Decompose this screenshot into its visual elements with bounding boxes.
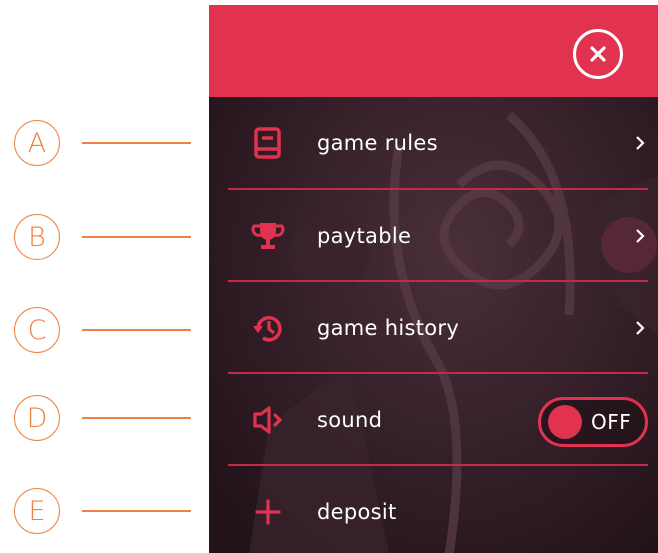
- book-icon: [254, 127, 281, 159]
- callout-b-line: [82, 236, 191, 238]
- history-icon: [253, 316, 282, 342]
- menu-panel: game rules paytable game history sound O…: [209, 5, 658, 553]
- divider: [228, 280, 648, 282]
- callout-d-letter: D: [14, 395, 60, 441]
- divider: [228, 372, 648, 374]
- chevron-right-icon: [636, 136, 645, 150]
- callout-c-line: [82, 329, 191, 331]
- speaker-icon: [253, 406, 283, 434]
- callout-c: C: [14, 307, 194, 355]
- callout-e-line: [82, 510, 191, 512]
- callout-e-letter: E: [14, 488, 60, 534]
- menu-item-paytable[interactable]: paytable: [209, 191, 658, 281]
- close-button[interactable]: [573, 29, 623, 79]
- toggle-state-label: OFF: [591, 410, 632, 434]
- close-icon: [590, 46, 606, 62]
- menu-item-game-rules[interactable]: game rules: [209, 98, 658, 188]
- divider: [228, 464, 648, 466]
- toggle-knob: [548, 405, 582, 439]
- callout-d-line: [82, 417, 191, 419]
- divider: [228, 188, 648, 190]
- trophy-icon: [251, 223, 285, 249]
- menu-item-label: game history: [317, 316, 460, 340]
- callout-c-letter: C: [14, 307, 60, 353]
- menu-item-label: deposit: [317, 500, 397, 524]
- sound-toggle[interactable]: OFF: [538, 397, 648, 447]
- menu-item-game-history[interactable]: game history: [209, 283, 658, 373]
- menu-item-label: sound: [317, 408, 383, 432]
- callout-b-letter: B: [14, 214, 60, 260]
- menu-item-deposit[interactable]: deposit: [209, 467, 658, 553]
- chevron-right-icon: [636, 321, 645, 335]
- menu-item-sound: sound OFF: [209, 375, 658, 465]
- callout-e: E: [14, 488, 194, 536]
- callout-b: B: [14, 214, 194, 262]
- chevron-right-icon: [636, 229, 645, 243]
- menu-item-label: paytable: [317, 224, 412, 248]
- callout-d: D: [14, 395, 194, 443]
- callout-a-letter: A: [14, 120, 60, 166]
- plus-icon: [255, 499, 281, 525]
- callout-a-line: [82, 142, 191, 144]
- callout-a: A: [14, 120, 194, 168]
- menu-item-label: game rules: [317, 131, 438, 155]
